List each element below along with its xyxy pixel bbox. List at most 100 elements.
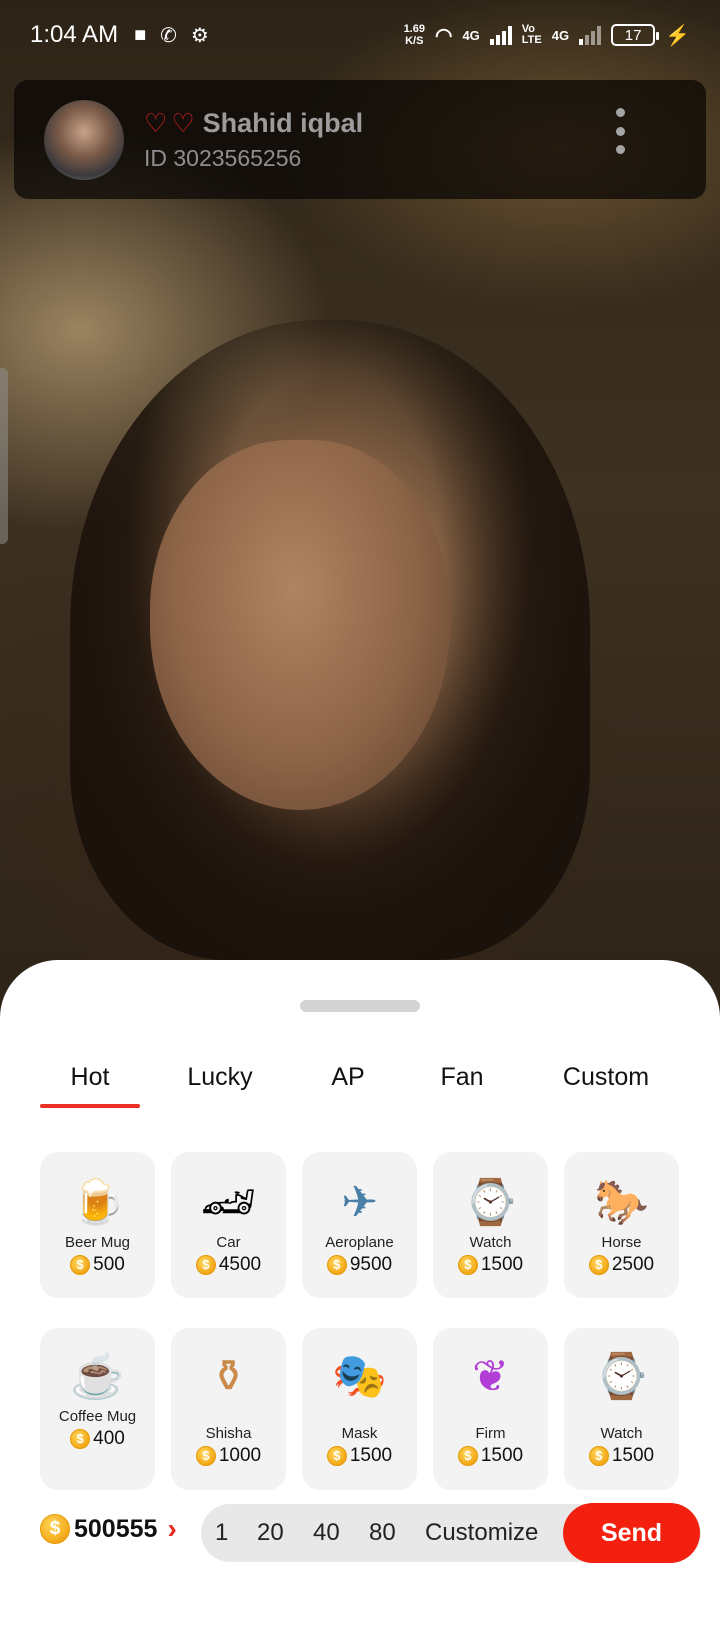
- gift-card-watch[interactable]: ⌚ Watch $ 1500: [433, 1152, 548, 1298]
- chevron-right-icon[interactable]: ›: [167, 1515, 176, 1543]
- beer-mug-icon: 🍺: [70, 1178, 125, 1227]
- profile-info: ♡ ♡ Shahid iqbal ID 3023565256: [144, 108, 363, 172]
- gift-price: 1500: [611, 1445, 655, 1466]
- coin-icon: $: [588, 1446, 609, 1466]
- gift-price-row: $ 1000: [195, 1445, 262, 1467]
- gift-card-coffee-mug[interactable]: ☕ Coffee Mug $ 400: [40, 1328, 155, 1490]
- gift-name: Horse: [601, 1234, 642, 1251]
- wifi-icon: ◠: [434, 24, 453, 47]
- gift-price: 1500: [480, 1254, 524, 1275]
- background-photo-hair: [70, 320, 590, 960]
- gift-card-shisha[interactable]: ⚱ Shisha $ 1000: [171, 1328, 286, 1490]
- tab-custom[interactable]: Custom: [558, 1052, 654, 1102]
- network-type-1: 4G: [462, 27, 480, 43]
- gift-name: Coffee Mug: [58, 1408, 137, 1425]
- watch-icon: ⌚: [594, 1352, 649, 1401]
- coffee-mug-icon: ☕: [70, 1352, 125, 1401]
- caller-profile-card[interactable]: ♡ ♡ Shahid iqbal ID 3023565256: [14, 80, 706, 199]
- gift-card-firm[interactable]: ❦ Firm $ 1500: [433, 1328, 548, 1490]
- gift-price-row: $ 1500: [457, 1445, 523, 1467]
- gift-price: 1500: [349, 1445, 393, 1466]
- gift-card-mask[interactable]: 🎭 Mask $ 1500: [302, 1328, 417, 1490]
- drag-handle[interactable]: [300, 1000, 420, 1012]
- coin-balance[interactable]: $ 500555 ›: [40, 1514, 177, 1544]
- car-icon: 🏎: [200, 1178, 257, 1227]
- side-panel-handle[interactable]: [0, 368, 8, 544]
- coin-icon: $: [326, 1255, 347, 1275]
- tab-ap[interactable]: AP: [326, 1052, 370, 1102]
- gift-card-aeroplane[interactable]: ✈ Aeroplane $ 9500: [302, 1152, 417, 1298]
- profile-id: ID 3023565256: [144, 144, 302, 171]
- gift-price: 1000: [218, 1445, 262, 1466]
- gift-name: Mask: [341, 1425, 378, 1442]
- gift-name: Car: [216, 1234, 241, 1251]
- gift-name: Beer Mug: [64, 1234, 131, 1251]
- coin-icon: $: [40, 1514, 70, 1544]
- coin-icon: $: [588, 1255, 609, 1275]
- gift-card-car[interactable]: 🏎 Car $ 4500: [171, 1152, 286, 1298]
- coin-icon: $: [70, 1255, 91, 1275]
- gift-price: 9500: [349, 1254, 393, 1275]
- gift-name: Watch: [469, 1234, 512, 1251]
- gift-tabs: Hot Lucky AP Fan Custom: [0, 1052, 720, 1112]
- video-camera-icon: ■: [134, 23, 147, 46]
- tab-lucky[interactable]: Lucky: [180, 1052, 260, 1102]
- net-speed-value: 1.69: [403, 23, 425, 35]
- quantity-option-20[interactable]: 20: [257, 1504, 284, 1562]
- coin-icon: $: [457, 1446, 478, 1466]
- tab-hot[interactable]: Hot: [40, 1052, 140, 1108]
- quantity-option-40[interactable]: 40: [313, 1504, 340, 1562]
- gift-card-watch-2[interactable]: ⌚ Watch $ 1500: [564, 1328, 679, 1490]
- charging-icon: ⚡: [665, 24, 690, 47]
- notification-icons: ■ ✆ ⚙: [134, 23, 209, 48]
- gift-name: Firm: [475, 1425, 506, 1442]
- background-photo-face: [150, 440, 450, 810]
- gift-price-row: $ 2500: [588, 1254, 654, 1276]
- gift-price: 400: [93, 1428, 125, 1449]
- balance-value: 500555: [74, 1514, 158, 1543]
- volte-bottom: LTE: [521, 34, 542, 46]
- status-time: 1:04 AM: [30, 21, 119, 48]
- gift-price-row: $ 1500: [457, 1254, 524, 1276]
- gift-price-row: $ 9500: [326, 1254, 393, 1276]
- quantity-customize[interactable]: Customize: [425, 1504, 538, 1562]
- send-button[interactable]: Send: [563, 1503, 700, 1563]
- aeroplane-icon: ✈: [341, 1178, 378, 1227]
- horse-icon: 🐎: [594, 1178, 649, 1227]
- watch-icon: ⌚: [463, 1178, 518, 1227]
- gift-price-row: $ 1500: [326, 1445, 393, 1467]
- volte-label: Vo LTE: [522, 24, 542, 46]
- tab-fan[interactable]: Fan: [436, 1052, 488, 1102]
- coin-icon: $: [457, 1255, 478, 1275]
- gift-sheet: Hot Lucky AP Fan Custom 🍺 Beer Mug $ 500…: [0, 960, 720, 1640]
- gift-card-horse[interactable]: 🐎 Horse $ 2500: [564, 1152, 679, 1298]
- gift-price-row: $ 4500: [195, 1254, 261, 1276]
- send-bar: $ 500555 › 1 20 40 80 Customize Send: [0, 1502, 720, 1563]
- coin-icon: $: [70, 1429, 91, 1449]
- gift-card-beer-mug[interactable]: 🍺 Beer Mug $ 500: [40, 1152, 155, 1298]
- heart-icon: ♡: [144, 108, 168, 138]
- coin-icon: $: [326, 1446, 347, 1466]
- quantity-option-1[interactable]: 1: [215, 1504, 228, 1562]
- profile-name: Shahid iqbal: [202, 107, 364, 138]
- firm-icon: ❦: [472, 1352, 509, 1401]
- more-options-icon[interactable]: [610, 108, 630, 154]
- net-speed-unit: K/S: [405, 35, 424, 47]
- gift-name: Watch: [600, 1425, 643, 1442]
- net-speed: 1.69 K/S: [404, 23, 425, 47]
- gift-price-row: $ 500: [70, 1254, 125, 1276]
- profile-name-row: ♡ ♡ Shahid iqbal: [144, 108, 363, 139]
- gift-price-row: $ 1500: [588, 1445, 655, 1467]
- heart-icon: ♡: [171, 108, 195, 138]
- gift-name: Aeroplane: [325, 1234, 394, 1251]
- coin-icon: $: [195, 1255, 216, 1275]
- gift-price-row: $ 400: [70, 1428, 125, 1450]
- signal-icon-2: [579, 25, 602, 45]
- whatsapp-icon: ✆: [160, 24, 177, 47]
- system-icons: 1.69 K/S ◠ 4G Vo LTE 4G 17 ⚡: [404, 23, 690, 48]
- shisha-icon: ⚱: [210, 1352, 247, 1401]
- quantity-option-80[interactable]: 80: [369, 1504, 396, 1562]
- call-screen: 1:04 AM ■ ✆ ⚙ 1.69 K/S ◠ 4G Vo LTE 4G 17…: [0, 0, 720, 1640]
- network-type-2: 4G: [551, 27, 570, 43]
- avatar[interactable]: [44, 99, 124, 180]
